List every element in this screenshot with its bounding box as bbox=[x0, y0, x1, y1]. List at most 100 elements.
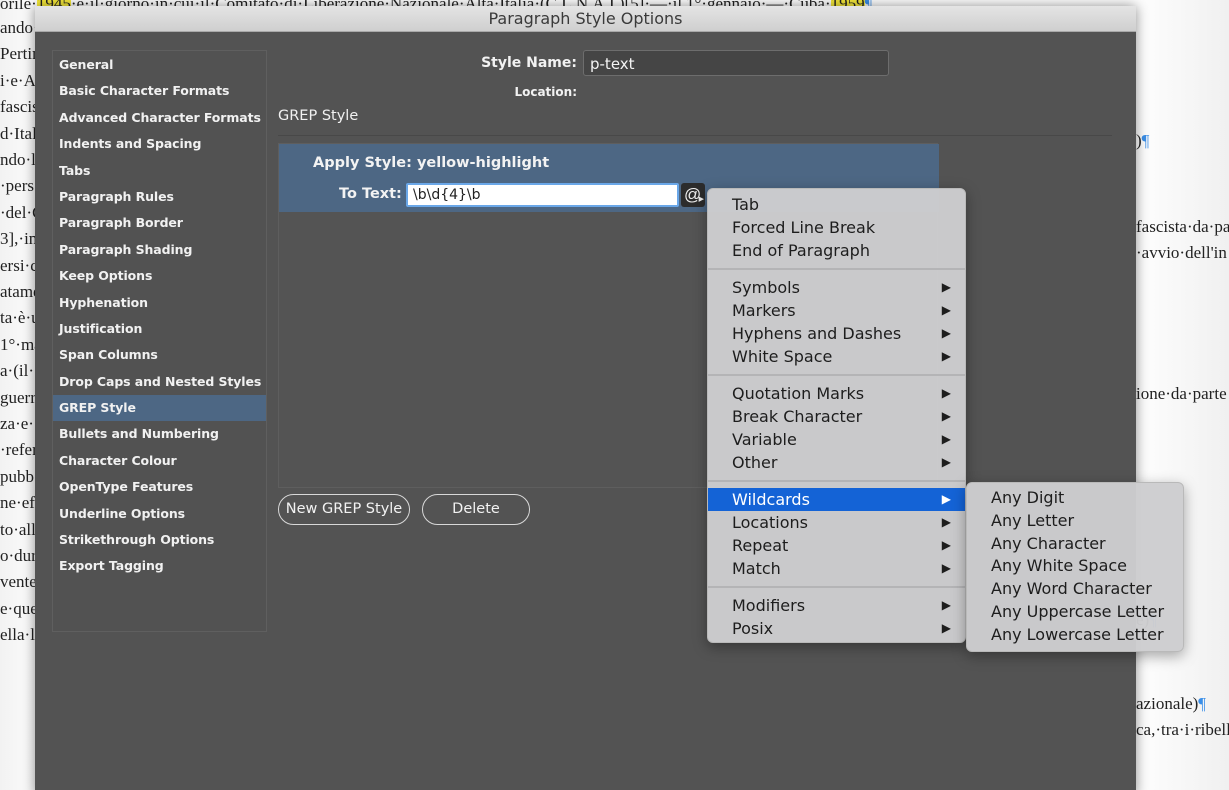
doc-text-line: ersi·c bbox=[0, 255, 38, 275]
menu-item-hyphens-and-dashes[interactable]: Hyphens and Dashes ▶ bbox=[708, 322, 965, 345]
submenu-arrow-icon: ▶ bbox=[941, 409, 951, 423]
menu-group: Symbols ▶ Markers ▶ Hyphens and Dashes ▶ White… bbox=[708, 276, 965, 368]
menu-item-label: Tab bbox=[732, 195, 760, 214]
doc-text-line: ·avvio·dell'in bbox=[1136, 243, 1227, 263]
style-name-input[interactable]: p-text bbox=[583, 50, 889, 76]
submenu-arrow-icon: ▶ bbox=[941, 455, 951, 469]
menu-item-symbols[interactable]: Symbols ▶ bbox=[708, 276, 965, 299]
doc-text-line: ca,·tra·i·ribelli bbox=[1136, 720, 1229, 740]
menu-item-variable[interactable]: Variable ▶ bbox=[708, 428, 965, 451]
sidebar-item-character-colour[interactable]: Character Colour bbox=[53, 448, 266, 474]
apply-style-label: Apply Style: bbox=[313, 155, 412, 171]
doc-text-line: za·e· bbox=[0, 414, 34, 433]
menu-separator bbox=[708, 268, 965, 270]
menu-item-quotation-marks[interactable]: Quotation Marks ▶ bbox=[708, 382, 965, 405]
submenu-arrow-icon: ▶ bbox=[941, 326, 951, 340]
sidebar: General Basic Character Formats Advanced C… bbox=[52, 50, 267, 632]
submenu-item-any-lowercase-letter[interactable]: Any Lowercase Letter bbox=[967, 624, 1183, 647]
sidebar-item-paragraph-rules[interactable]: Paragraph Rules bbox=[53, 184, 266, 210]
menu-item-label: Break Character bbox=[732, 407, 863, 426]
doc-text-line: ione·da·parte bbox=[1136, 384, 1227, 404]
menu-separator bbox=[708, 480, 965, 482]
doc-text-line: a·(il· bbox=[0, 361, 34, 381]
menu-group: Modifiers ▶ Posix ▶ bbox=[708, 594, 965, 640]
sidebar-item-paragraph-border[interactable]: Paragraph Border bbox=[53, 210, 266, 236]
apply-style-row[interactable]: Apply Style: yellow-highlight bbox=[313, 155, 549, 171]
menu-item-markers[interactable]: Markers ▶ bbox=[708, 299, 965, 322]
sidebar-item-basic-character-formats[interactable]: Basic Character Formats bbox=[53, 78, 266, 104]
doc-text-line: fascista·da·pa bbox=[1136, 217, 1229, 237]
doc-text-line: guerr bbox=[0, 387, 36, 407]
submenu-arrow-icon: ▶ bbox=[941, 598, 951, 612]
sidebar-item-general[interactable]: General bbox=[53, 52, 266, 78]
sidebar-item-export-tagging[interactable]: Export Tagging bbox=[53, 553, 266, 579]
new-grep-style-button[interactable]: New GREP Style bbox=[278, 494, 410, 525]
doc-text: fascista·da·pa bbox=[1136, 217, 1229, 236]
submenu-item-any-white-space[interactable]: Any White Space bbox=[967, 555, 1183, 578]
menu-item-other[interactable]: Other ▶ bbox=[708, 451, 965, 474]
menu-item-forced-line-break[interactable]: Forced Line Break bbox=[708, 216, 965, 239]
dialog-title: Paragraph Style Options bbox=[35, 6, 1136, 32]
menu-item-posix[interactable]: Posix ▶ bbox=[708, 617, 965, 640]
sidebar-item-tabs[interactable]: Tabs bbox=[53, 158, 266, 184]
submenu-arrow-icon: ▶ bbox=[941, 561, 951, 575]
menu-item-modifiers[interactable]: Modifiers ▶ bbox=[708, 594, 965, 617]
doc-text-line: ·refer bbox=[0, 440, 38, 460]
menu-item-label: Markers bbox=[732, 301, 796, 320]
submenu-arrow-icon: ▶ bbox=[941, 280, 951, 294]
paragraph-style-options-dialog: Paragraph Style Options General Basic Cha… bbox=[35, 6, 1136, 790]
doc-text: ·avvio·dell'in bbox=[1136, 243, 1227, 262]
triangle-right-icon: ▶ bbox=[698, 196, 704, 203]
sidebar-item-opentype-features[interactable]: OpenType Features bbox=[53, 474, 266, 500]
doc-text: ione·da·parte bbox=[1136, 384, 1227, 403]
to-text-label: To Text: bbox=[339, 186, 402, 202]
delete-button[interactable]: Delete bbox=[422, 494, 530, 525]
doc-text-line: 3],·in bbox=[0, 229, 38, 249]
submenu-item-any-uppercase-letter[interactable]: Any Uppercase Letter bbox=[967, 601, 1183, 624]
menu-item-label: Hyphens and Dashes bbox=[732, 324, 902, 343]
doc-text-line: ella·l bbox=[0, 625, 35, 645]
sidebar-item-keep-options[interactable]: Keep Options bbox=[53, 263, 266, 289]
submenu-arrow-icon: ▶ bbox=[941, 538, 951, 552]
sidebar-item-grep-style[interactable]: GREP Style bbox=[53, 395, 266, 422]
menu-item-label: White Space bbox=[732, 347, 833, 366]
submenu-item-any-digit[interactable]: Any Digit bbox=[967, 487, 1183, 510]
menu-group: Tab Forced Line Break End of Paragraph bbox=[708, 189, 965, 262]
submenu-item-any-character[interactable]: Any Character bbox=[967, 533, 1183, 556]
sidebar-item-strikethrough-options[interactable]: Strikethrough Options bbox=[53, 527, 266, 553]
special-characters-button[interactable]: @ ▶ bbox=[681, 183, 705, 207]
sidebar-item-indents-and-spacing[interactable]: Indents and Spacing bbox=[53, 131, 266, 157]
menu-item-end-of-paragraph[interactable]: End of Paragraph bbox=[708, 239, 965, 262]
doc-text-line: pubb bbox=[0, 466, 34, 486]
sidebar-item-bullets-and-numbering[interactable]: Bullets and Numbering bbox=[53, 421, 266, 447]
sidebar-item-underline-options[interactable]: Underline Options bbox=[53, 501, 266, 527]
sidebar-item-paragraph-shading[interactable]: Paragraph Shading bbox=[53, 237, 266, 263]
menu-item-break-character[interactable]: Break Character ▶ bbox=[708, 405, 965, 428]
section-title: GREP Style bbox=[278, 108, 359, 124]
submenu-arrow-icon: ▶ bbox=[941, 349, 951, 363]
menu-item-locations[interactable]: Locations ▶ bbox=[708, 511, 965, 534]
menu-item-repeat[interactable]: Repeat ▶ bbox=[708, 534, 965, 557]
doc-text-line: to·all bbox=[0, 519, 36, 539]
submenu-item-any-word-character[interactable]: Any Word Character bbox=[967, 578, 1183, 601]
menu-item-wildcards[interactable]: Wildcards ▶ bbox=[708, 488, 965, 511]
menu-item-match[interactable]: Match ▶ bbox=[708, 557, 965, 580]
doc-text-line: ·pers bbox=[0, 176, 34, 196]
sidebar-item-hyphenation[interactable]: Hyphenation bbox=[53, 290, 266, 316]
submenu-item-any-letter[interactable]: Any Letter bbox=[967, 510, 1183, 533]
apply-style-value[interactable]: yellow-highlight bbox=[417, 155, 549, 171]
sidebar-item-advanced-character-formats[interactable]: Advanced Character Formats bbox=[53, 105, 266, 131]
doc-text: azionale) bbox=[1136, 694, 1199, 713]
menu-separator bbox=[708, 374, 965, 376]
to-text-input[interactable]: \b\d{4}\b bbox=[406, 183, 679, 207]
submenu-arrow-icon: ▶ bbox=[941, 515, 951, 529]
sidebar-item-span-columns[interactable]: Span Columns bbox=[53, 342, 266, 368]
menu-group: Wildcards ▶ Locations ▶ Repeat ▶ Match ▶ bbox=[708, 488, 965, 580]
submenu-arrow-icon: ▶ bbox=[941, 386, 951, 400]
menu-item-white-space[interactable]: White Space ▶ bbox=[708, 345, 965, 368]
doc-text-line: )¶ bbox=[1136, 131, 1149, 151]
sidebar-item-drop-caps-and-nested-styles[interactable]: Drop Caps and Nested Styles bbox=[53, 369, 266, 395]
sidebar-item-justification[interactable]: Justification bbox=[53, 316, 266, 342]
menu-item-tab[interactable]: Tab bbox=[708, 193, 965, 216]
menu-separator bbox=[708, 586, 965, 588]
